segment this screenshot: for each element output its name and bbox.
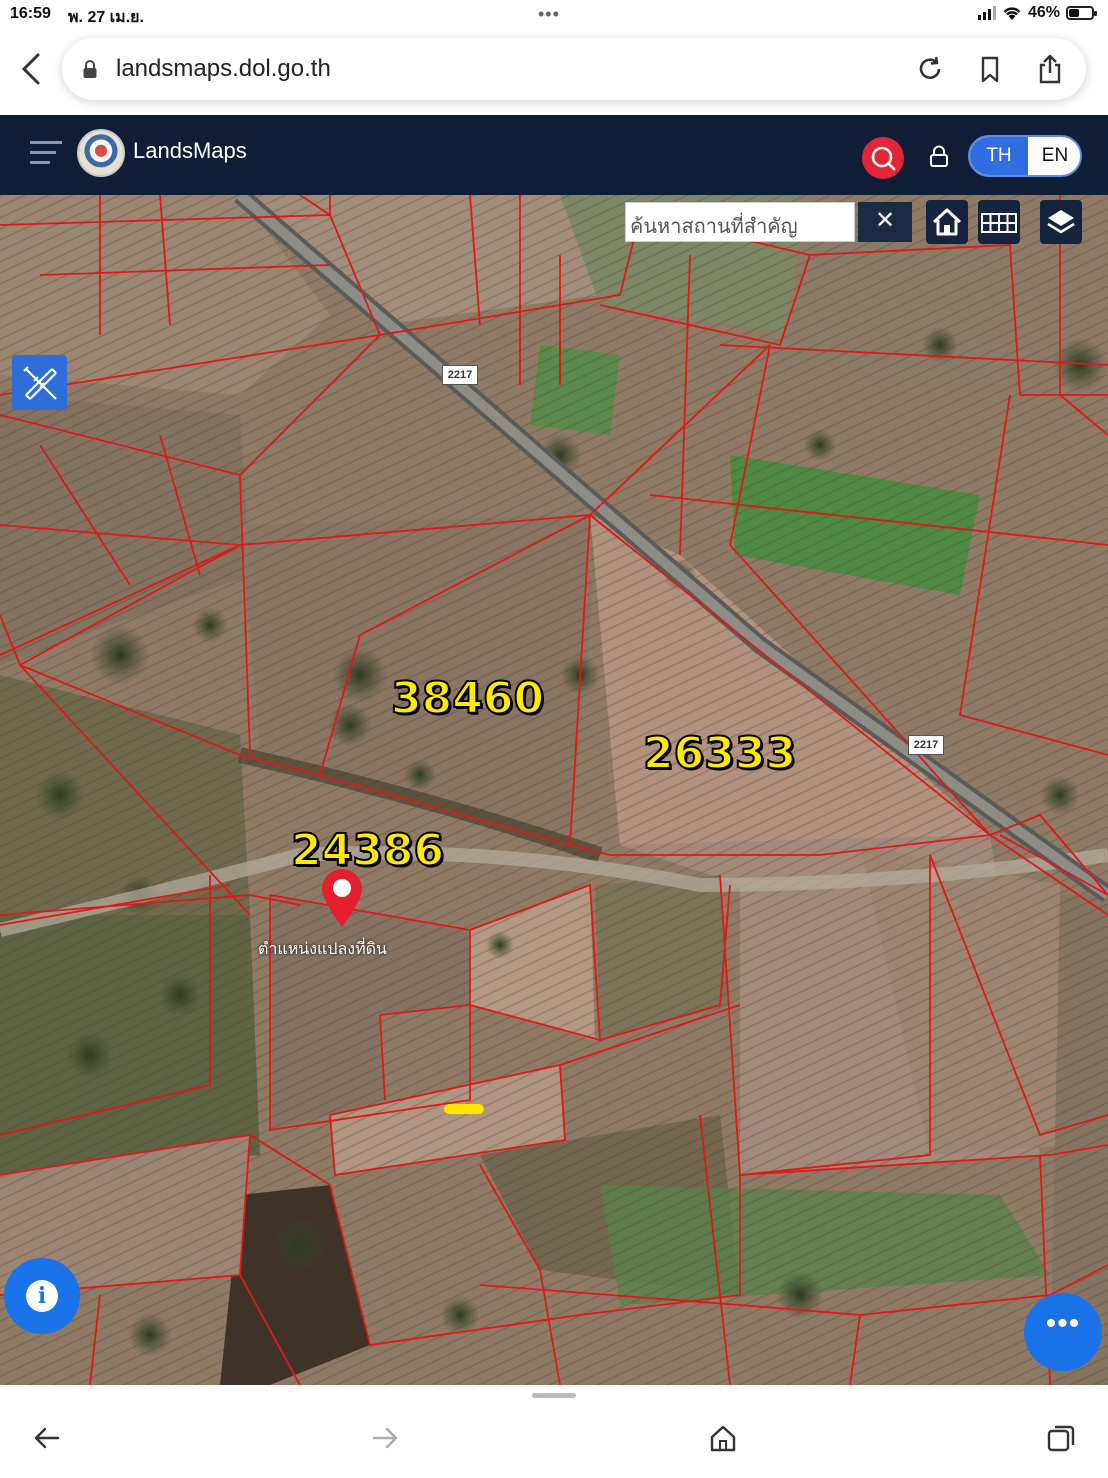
search-icon — [871, 146, 896, 171]
dol-seal-logo — [77, 129, 125, 177]
road-number-sign: 2217 — [908, 735, 944, 755]
info-button[interactable]: i — [4, 1258, 80, 1334]
wifi-icon — [1003, 7, 1021, 20]
satellite-basemap[interactable] — [0, 195, 1108, 1385]
pin-caption: ตำแหน่งแปลงที่ดิน — [258, 939, 387, 958]
language-toggle[interactable]: TH EN — [968, 135, 1082, 177]
battery-icon — [1066, 6, 1097, 20]
parcel-number-label[interactable]: 26333 — [642, 727, 797, 780]
search-button[interactable] — [862, 137, 904, 179]
grid-button[interactable] — [978, 200, 1020, 244]
lang-th-option[interactable]: TH — [970, 137, 1028, 175]
layers-icon — [1047, 210, 1075, 234]
status-date: พ. 27 เม.ย. — [68, 9, 144, 26]
secure-lock-icon — [83, 60, 97, 78]
measure-tool-button[interactable] — [12, 355, 67, 410]
app-header: LandsMaps TH EN — [0, 115, 1108, 195]
ruler-pencil-icon — [23, 366, 57, 400]
status-time: 16:59 — [10, 5, 51, 22]
cellular-signal-icon — [977, 6, 996, 20]
home-indicator — [532, 1393, 576, 1398]
parcel-number-label[interactable]: 24386 — [290, 824, 445, 877]
status-bar: 16:59 พ. 27 เม.ย. ••• 46% — [0, 0, 1108, 30]
tabs-icon[interactable] — [1046, 1423, 1076, 1453]
address-bar[interactable]: landsmaps.dol.go.th — [62, 38, 1086, 100]
url-text[interactable]: landsmaps.dol.go.th — [116, 55, 331, 83]
app-brand: LandsMaps — [133, 138, 247, 163]
nav-back-icon[interactable] — [32, 1423, 62, 1453]
reload-icon[interactable] — [915, 54, 945, 84]
nav-home-icon[interactable] — [708, 1423, 738, 1453]
home-icon — [932, 208, 962, 236]
menu-icon[interactable] — [28, 137, 64, 169]
share-icon[interactable] — [1035, 54, 1065, 84]
browser-bar: landsmaps.dol.go.th — [0, 30, 1108, 115]
grid-icon — [981, 213, 1017, 233]
status-indicators: 46% — [977, 4, 1097, 22]
battery-percent: 46% — [1027, 4, 1060, 21]
multitasking-dots-icon[interactable]: ••• — [538, 4, 560, 25]
browser-back-icon[interactable] — [18, 52, 46, 86]
nav-forward-icon[interactable] — [370, 1423, 400, 1453]
info-icon: i — [26, 1280, 58, 1312]
more-options-button[interactable]: ••• — [1024, 1293, 1102, 1371]
layers-button[interactable] — [1040, 200, 1082, 244]
place-search-input[interactable]: ค้นหาสถานที่สำคัญ — [625, 202, 855, 242]
login-lock-icon[interactable] — [928, 145, 950, 167]
home-button[interactable] — [926, 200, 968, 244]
location-pin-icon[interactable] — [318, 867, 366, 929]
clear-search-button[interactable]: ✕ — [858, 202, 912, 242]
highlight-marker — [444, 1104, 484, 1114]
browser-toolbar — [0, 1385, 1108, 1478]
parcel-number-label[interactable]: 38460 — [390, 672, 545, 725]
map-view[interactable]: ค้นหาสถานที่สำคัญ ✕ 2217 2217 38460 2633… — [0, 195, 1108, 1385]
road-number-sign: 2217 — [442, 365, 478, 385]
bookmark-icon[interactable] — [975, 54, 1005, 84]
lang-en-option[interactable]: EN — [1028, 137, 1080, 175]
